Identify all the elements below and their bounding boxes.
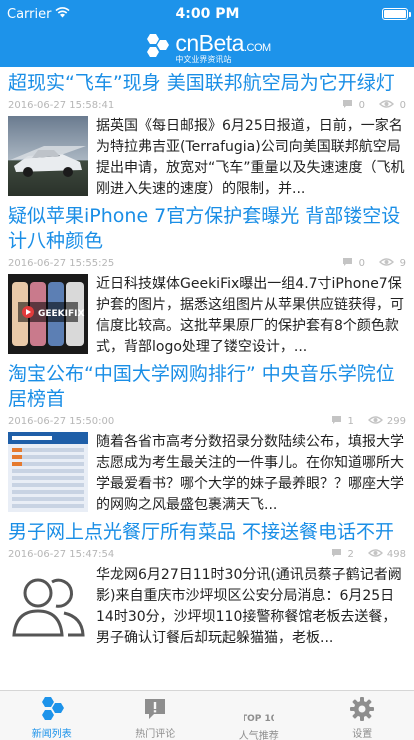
news-thumbnail[interactable] xyxy=(8,565,88,645)
hexagon-logo-icon xyxy=(143,33,171,63)
hexagons-icon xyxy=(37,695,67,723)
view-count: 9 xyxy=(399,257,406,269)
eye-icon xyxy=(378,99,395,112)
logo-slogan: 中文业界资讯站 xyxy=(175,54,232,64)
status-bar: Carrier 4:00 PM xyxy=(0,0,414,28)
comment-icon xyxy=(331,548,342,561)
carrier-label: Carrier xyxy=(7,6,52,22)
battery-icon xyxy=(381,8,411,20)
brand-logo: cnBeta.COM 中文业界资讯站 xyxy=(0,28,414,67)
news-title[interactable]: 淘宝公布“中国大学网购排行” 中央音乐学院位居榜首 xyxy=(8,362,406,412)
view-count: 299 xyxy=(386,415,406,427)
news-meta: 2016-06-27 15:58:41 0 0 xyxy=(8,97,406,113)
news-thumbnail[interactable]: GEEKIFIX xyxy=(8,274,88,354)
news-date: 2016-06-27 15:55:25 xyxy=(8,257,115,269)
tab-hot-comments[interactable]: 热门评论 xyxy=(104,691,208,740)
news-date: 2016-06-27 15:47:54 xyxy=(8,548,115,560)
news-meta: 2016-06-27 15:50:00 1 299 xyxy=(8,413,406,429)
comment-count: 2 xyxy=(347,548,354,560)
view-count: 498 xyxy=(386,548,406,560)
comment-icon xyxy=(342,257,353,270)
comment-count: 0 xyxy=(358,99,365,111)
news-date: 2016-06-27 15:58:41 xyxy=(8,99,115,111)
tab-label: 热门评论 xyxy=(135,729,176,740)
speech-bubble-icon xyxy=(140,695,170,723)
news-excerpt: 随着各省市高考分数招录分数陆续公布，填报大学志愿成为考生最关注的一件事儿。在你知… xyxy=(96,434,404,513)
news-feed[interactable]: 超现实“飞车”现身 美国联邦航空局为它开绿灯 2016-06-27 15:58:… xyxy=(0,67,414,690)
news-item[interactable]: 超现实“飞车”现身 美国联邦航空局为它开绿灯 2016-06-27 15:58:… xyxy=(0,67,414,200)
gear-icon xyxy=(347,695,377,723)
eye-icon xyxy=(378,257,395,270)
news-meta: 2016-06-27 15:47:54 2 498 xyxy=(8,546,406,562)
news-item[interactable]: 淘宝公布“中国大学网购排行” 中央音乐学院位居榜首 2016-06-27 15:… xyxy=(0,358,414,516)
news-meta: 2016-06-27 15:55:25 0 9 xyxy=(8,255,406,271)
thumb-watermark: GEEKIFIX xyxy=(38,309,85,319)
news-title[interactable]: 超现实“飞车”现身 美国联邦航空局为它开绿灯 xyxy=(8,71,406,96)
top10-icon-text: TOP 10 xyxy=(244,714,274,724)
news-title[interactable]: 疑似苹果iPhone 7官方保护套曝光 背部镂空设计八种颜色 xyxy=(8,204,406,254)
news-thumbnail[interactable] xyxy=(8,432,88,512)
app-header: Carrier 4:00 PM cnBeta.COM 中文业界资讯站 xyxy=(0,0,414,67)
news-item[interactable]: 男子网上点光餐厅所有菜品 不接送餐电话不开 2016-06-27 15:47:5… xyxy=(0,516,414,649)
news-thumbnail[interactable] xyxy=(8,116,88,196)
tab-settings[interactable]: 设置 xyxy=(311,691,414,740)
news-excerpt: 华龙网6月27日11时30分讯(通讯员蔡子鹤记者阙影)来自重庆市沙坪坝区公安分局… xyxy=(96,567,402,646)
news-title[interactable]: 男子网上点光餐厅所有菜品 不接送餐电话不开 xyxy=(8,520,406,545)
tab-popular[interactable]: TOP 10 人气推荐 xyxy=(207,691,311,740)
wifi-icon xyxy=(55,6,71,22)
tab-bar: 新闻列表 热门评论 TOP 10 人气推荐 设置 xyxy=(0,690,414,740)
tab-news-list[interactable]: 新闻列表 xyxy=(0,691,104,740)
news-date: 2016-06-27 15:50:00 xyxy=(8,415,115,427)
tab-label: 人气推荐 xyxy=(238,731,279,740)
comment-count: 0 xyxy=(358,257,365,269)
comment-count: 1 xyxy=(347,415,354,427)
comment-icon xyxy=(331,415,342,428)
tab-label: 新闻列表 xyxy=(31,729,72,740)
top10-icon: TOP 10 xyxy=(244,695,274,725)
news-excerpt: 据英国《每日邮报》6月25日报道，日前，一家名为特拉弗吉亚(Terrafugia… xyxy=(96,118,405,197)
comment-icon xyxy=(342,99,353,112)
clock: 4:00 PM xyxy=(175,6,240,22)
view-count: 0 xyxy=(399,99,406,111)
eye-icon xyxy=(367,548,383,561)
default-avatar-icon xyxy=(12,578,85,637)
news-item[interactable]: 疑似苹果iPhone 7官方保护套曝光 背部镂空设计八种颜色 2016-06-2… xyxy=(0,200,414,358)
logo-name: cnBeta xyxy=(175,29,244,56)
eye-icon xyxy=(367,415,383,428)
logo-domain: .COM xyxy=(243,41,271,54)
news-excerpt: 近日科技媒体GeekiFix曝出一组4.7寸iPhone7保护套的图片，据悉这组… xyxy=(96,276,404,355)
tab-label: 设置 xyxy=(352,729,373,740)
